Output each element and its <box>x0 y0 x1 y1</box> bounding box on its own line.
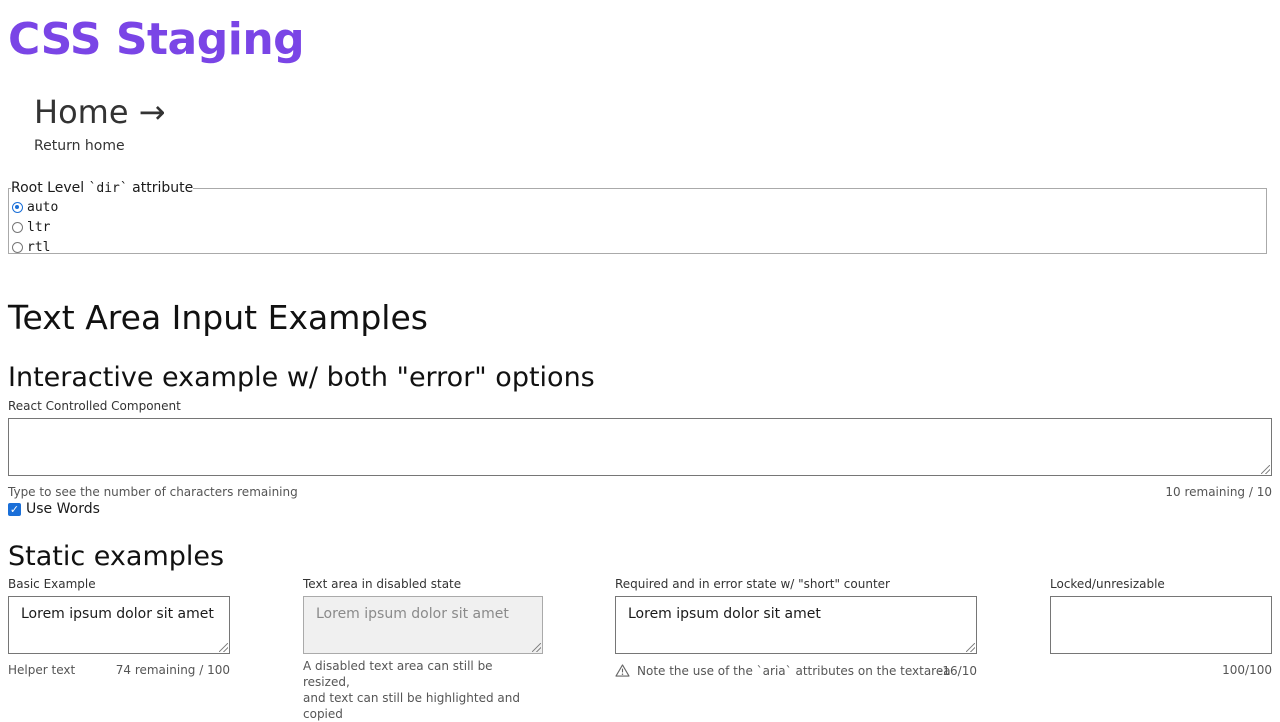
interactive-helper: Type to see the number of characters rem… <box>8 485 298 499</box>
basic-helper: Helper text <box>8 663 76 677</box>
dir-option-auto[interactable]: auto <box>11 197 1264 217</box>
dir-attribute-fieldset: Root Level `dir` attribute auto ltr rtl <box>8 180 1267 257</box>
use-words-checkbox[interactable]: ✓ <box>8 502 21 516</box>
resize-grip-icon[interactable] <box>219 643 228 652</box>
disabled-helper-line: and text can still be highlighted and <box>303 691 520 705</box>
use-words-label: Use Words <box>26 501 100 517</box>
disabled-label: Text area in disabled state <box>303 577 462 591</box>
legend-prefix: Root Level <box>11 180 89 196</box>
legend-code: `dir` <box>88 181 128 196</box>
legend-suffix: attribute <box>127 180 194 196</box>
radio-auto[interactable] <box>12 201 23 213</box>
error-textarea[interactable]: Lorem ipsum dolor sit amet <box>615 596 977 654</box>
locked-textarea[interactable] <box>1050 596 1272 654</box>
radio-ltr[interactable] <box>12 221 23 233</box>
disabled-helper: A disabled text area can still be resize… <box>303 658 543 722</box>
error-helper-text: Note the use of the `aria` attributes on… <box>637 664 951 678</box>
basic-textarea[interactable]: Lorem ipsum dolor sit amet <box>8 596 230 654</box>
basic-label: Basic Example <box>8 577 96 591</box>
disabled-textarea: Lorem ipsum dolor sit amet <box>303 596 543 654</box>
warning-icon <box>615 664 630 677</box>
resize-grip-icon[interactable] <box>1261 465 1270 474</box>
interactive-heading: Interactive example w/ both "error" opti… <box>8 362 595 393</box>
error-label: Required and in error state w/ "short" c… <box>615 577 890 591</box>
radio-ltr-label: ltr <box>27 219 51 235</box>
basic-counter: 74 remaining / 100 <box>115 663 230 677</box>
locked-counter: 100/100 <box>1222 663 1272 677</box>
dir-fieldset-legend: Root Level `dir` attribute <box>11 180 193 197</box>
locked-label: Locked/unresizable <box>1050 577 1165 591</box>
radio-rtl[interactable] <box>12 241 23 253</box>
error-helper: Note the use of the `aria` attributes on… <box>615 663 951 679</box>
basic-textarea-value: Lorem ipsum dolor sit amet <box>21 606 214 622</box>
dir-option-ltr[interactable]: ltr <box>11 217 1264 237</box>
home-link-subtitle: Return home <box>34 138 125 154</box>
use-words-checkbox-row[interactable]: ✓ Use Words <box>8 501 100 517</box>
interactive-counter: 10 remaining / 10 <box>1165 485 1272 499</box>
radio-auto-label: auto <box>27 199 59 215</box>
disabled-textarea-value: Lorem ipsum dolor sit amet <box>316 606 509 622</box>
home-link[interactable]: Home → Return home <box>34 92 165 156</box>
resize-grip-icon[interactable] <box>966 643 975 652</box>
error-counter: -16/10 <box>938 664 977 678</box>
radio-rtl-label: rtl <box>27 239 51 255</box>
dir-option-rtl[interactable]: rtl <box>11 237 1264 257</box>
site-title: CSS Staging <box>8 14 305 65</box>
static-heading: Static examples <box>8 541 225 572</box>
resize-grip-icon[interactable] <box>532 643 541 652</box>
page-heading: Text Area Input Examples <box>8 298 428 337</box>
error-textarea-value: Lorem ipsum dolor sit amet <box>628 606 821 622</box>
disabled-helper-line: A disabled text area can still be resize… <box>303 659 493 689</box>
interactive-label: React Controlled Component <box>8 399 181 413</box>
interactive-textarea[interactable] <box>8 418 1272 476</box>
home-link-title: Home → <box>34 93 166 131</box>
